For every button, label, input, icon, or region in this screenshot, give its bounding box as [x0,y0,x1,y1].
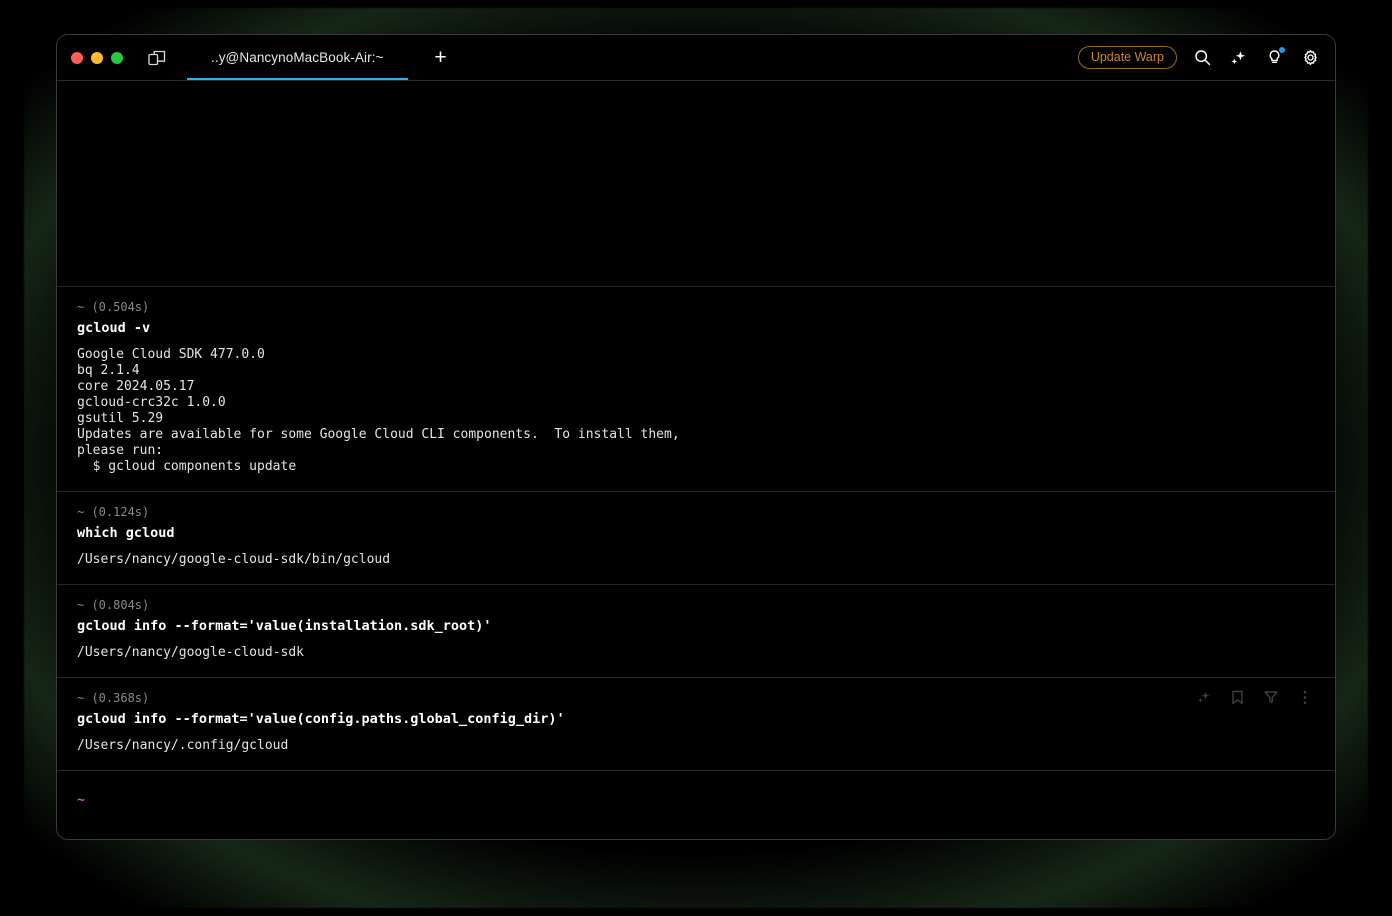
tab-active-indicator [187,77,408,80]
window-controls [57,51,123,64]
maximize-window-button[interactable] [111,51,123,64]
command-block[interactable]: ~ (0.368s) gcloud info --format='value(c… [57,677,1335,770]
more-options-icon[interactable] [1297,689,1313,705]
command-block[interactable]: ~ (0.504s) gcloud -v Google Cloud SDK 47… [57,286,1335,491]
title-bar: ..y@NancynoMacBook-Air:~ + Update Warp [57,35,1335,81]
sparkle-ai-icon[interactable] [1227,47,1249,69]
command-text: which gcloud [77,525,175,541]
prompt-line: ~ (0.124s) [77,505,150,519]
terminal-empty-space [57,81,1335,286]
block-action-bar [1195,689,1313,705]
command-text: gcloud -v [77,320,151,336]
sparkle-ai-icon[interactable] [1195,689,1211,705]
command-text: gcloud info --format='value(installation… [77,618,492,634]
shell-prompt-symbol: ~ [77,793,85,808]
filter-icon[interactable] [1263,689,1279,705]
command-output: /Users/nancy/google-cloud-sdk [77,645,304,660]
close-window-button[interactable] [71,51,83,64]
command-output: Google Cloud SDK 477.0.0 bq 2.1.4 core 2… [77,347,680,474]
desktop-backdrop: ..y@NancynoMacBook-Air:~ + Update Warp ~… [0,0,1392,916]
prompt-line: ~ (0.504s) [77,300,150,314]
command-block[interactable]: ~ (0.124s) which gcloud /Users/nancy/goo… [57,491,1335,584]
prompt-line: ~ (0.368s) [77,691,150,705]
active-prompt-block[interactable]: ~ [57,770,1335,839]
command-text: gcloud info --format='value(config.paths… [77,711,565,727]
command-block[interactable]: ~ (0.804s) gcloud info --format='value(i… [57,584,1335,677]
search-icon[interactable] [1191,47,1213,69]
split-panel-icon[interactable] [145,46,169,70]
update-warp-label: Update Warp [1090,49,1164,64]
warp-terminal-window: ..y@NancynoMacBook-Air:~ + Update Warp ~… [56,34,1336,840]
bookmark-icon[interactable] [1229,689,1245,705]
command-output: /Users/nancy/.config/gcloud [77,738,289,753]
command-output: /Users/nancy/google-cloud-sdk/bin/gcloud [77,552,391,567]
new-tab-button[interactable]: + [428,45,454,71]
gear-icon[interactable] [1299,47,1321,69]
terminal-tab[interactable]: ..y@NancynoMacBook-Air:~ [187,36,408,80]
notification-dot [1279,46,1285,53]
tab-label: ..y@NancynoMacBook-Air:~ [211,50,384,65]
prompt-line: ~ (0.804s) [77,598,150,612]
titlebar-actions: Update Warp [1077,45,1335,70]
new-tab-label: + [434,46,447,69]
lightbulb-icon[interactable] [1263,46,1285,69]
terminal-body[interactable]: ~ (0.504s) gcloud -v Google Cloud SDK 47… [57,81,1335,839]
minimize-window-button[interactable] [91,51,103,64]
update-warp-button[interactable]: Update Warp [1077,45,1177,70]
